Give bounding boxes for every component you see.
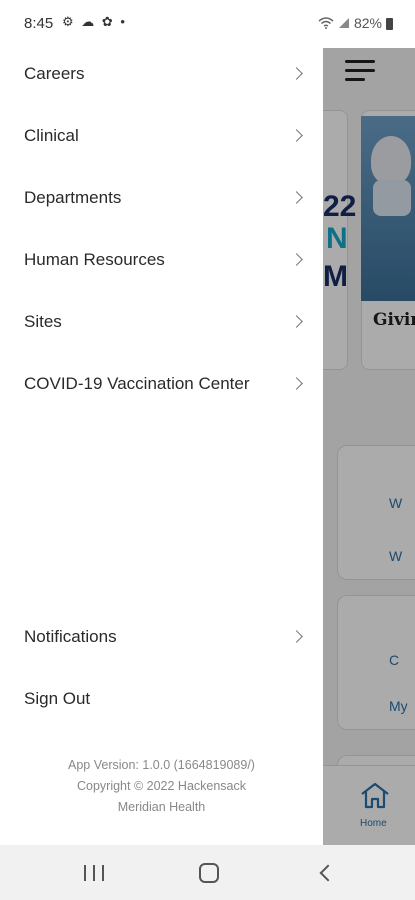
status-right: 82% [318,15,393,31]
app-version: App Version: 1.0.0 (1664819089/) [68,758,255,772]
chevron-right-icon [290,377,303,390]
chevron-right-icon [290,253,303,266]
status-bar: 8:45 ⚙ ☁ ✿ • 82% [0,0,415,48]
system-navigation-bar [0,845,415,900]
signal-icon [338,18,349,28]
menu-item-clinical[interactable]: Clinical [0,105,323,167]
menu-item-careers[interactable]: Careers [0,43,323,105]
menu-item-notifications[interactable]: Notifications [0,606,323,668]
menu-item-label: Sign Out [24,689,91,708]
chevron-right-icon [290,67,303,80]
recents-icon[interactable] [84,865,104,881]
copyright-line-2: Meridian Health [117,800,206,814]
menu-item-label: Sites [24,312,62,331]
menu-item-label: Departments [24,188,122,207]
drawer-footer: App Version: 1.0.0 (1664819089/) Copyrig… [0,755,323,818]
battery-percent: 82% [353,15,382,31]
menu-item-label: Careers [24,64,85,83]
menu-item-label: Human Resources [24,250,165,269]
menu-item-sites[interactable]: Sites [0,291,323,353]
battery-icon [386,18,393,30]
copyright-line-1: Copyright © 2022 Hackensack [76,779,247,793]
menu-item-covid-vaccination[interactable]: COVID-19 Vaccination Center [0,353,323,415]
chevron-right-icon [290,129,303,142]
chevron-right-icon [290,191,303,204]
chevron-right-icon [290,630,303,643]
home-button-icon[interactable] [199,863,219,883]
status-time: 8:45 [24,15,54,32]
back-icon[interactable] [319,864,337,882]
notification-icons: ⚙ ☁ ✿ • [62,14,127,29]
menu-item-label: Clinical [24,126,79,145]
menu-item-label: COVID-19 Vaccination Center [24,374,250,393]
menu-item-human-resources[interactable]: Human Resources [0,229,323,291]
wifi-icon [318,17,334,29]
navigation-drawer: Careers Clinical Departments Human Resou… [0,40,323,845]
menu-item-label: Notifications [24,627,117,646]
drawer-scrim[interactable] [323,40,415,845]
menu-item-departments[interactable]: Departments [0,167,323,229]
menu-item-sign-out[interactable]: Sign Out [0,668,323,730]
chevron-right-icon [290,315,303,328]
